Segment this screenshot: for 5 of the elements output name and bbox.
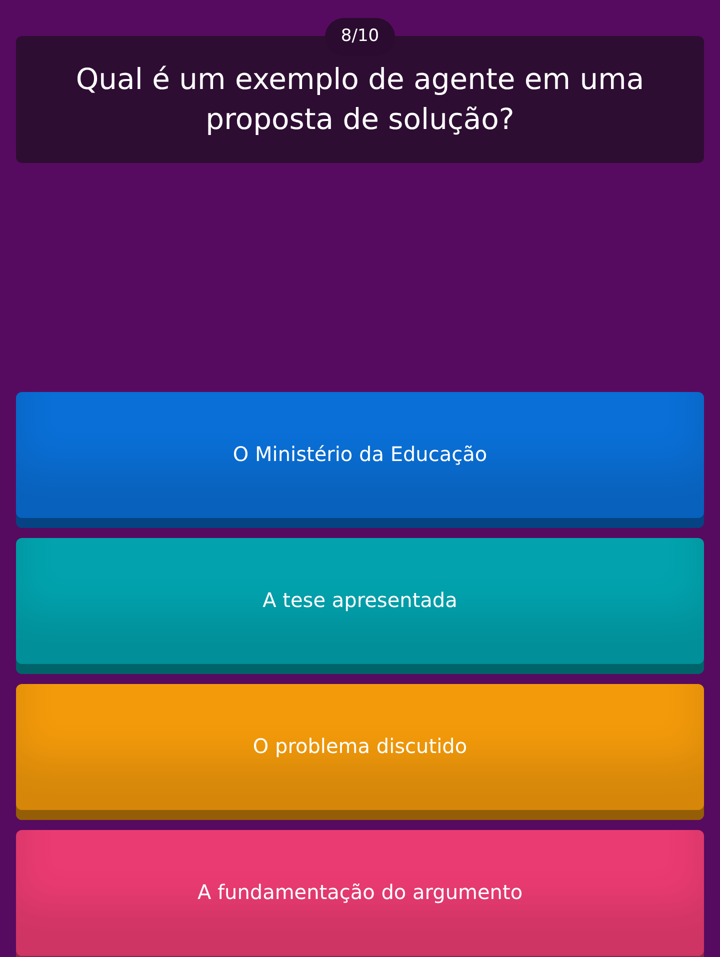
question-counter: 8/10 [324, 18, 396, 56]
answer-button[interactable]: O Ministério da Educação [16, 392, 704, 528]
answer-button[interactable]: O problema discutido [16, 684, 704, 820]
answer-button[interactable]: A fundamentação do argumento [16, 830, 704, 957]
answer-button[interactable]: A tese apresentada [16, 538, 704, 674]
